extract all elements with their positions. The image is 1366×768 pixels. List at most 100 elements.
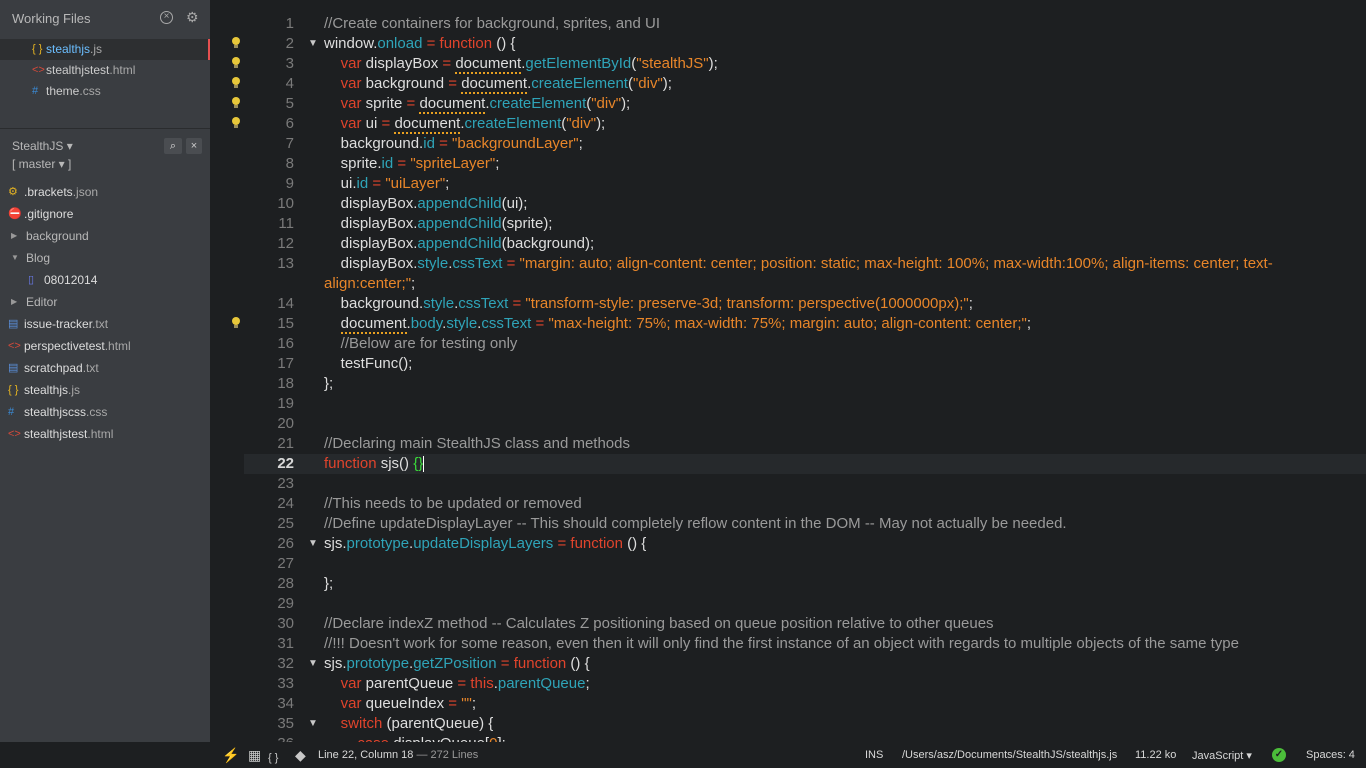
line-number[interactable]: 7 xyxy=(244,134,294,154)
code-line[interactable]: 30 //Declare indexZ method -- Calculates … xyxy=(244,614,1366,634)
file-item[interactable]: ▤ issue-tracker.txt xyxy=(0,313,210,335)
code-text[interactable]: var parentQueue = this.parentQueue; xyxy=(324,674,590,694)
line-number[interactable]: 3 xyxy=(244,54,294,74)
line-number[interactable]: 2 xyxy=(244,34,294,54)
code-line[interactable]: 27 xyxy=(244,554,1366,574)
code-text[interactable]: //Declaring main StealthJS class and met… xyxy=(324,434,630,454)
fold-arrow-icon[interactable]: ▼ xyxy=(308,534,318,554)
code-text[interactable]: var queueIndex = ""; xyxy=(324,694,476,714)
close-all-icon[interactable]: × xyxy=(160,11,173,24)
line-number[interactable]: 14 xyxy=(244,294,294,314)
insert-mode[interactable]: INS xyxy=(865,749,883,761)
code-editor[interactable]: 1 //Create containers for background, spr… xyxy=(210,0,1366,742)
line-number[interactable]: 13 xyxy=(244,254,294,274)
git-icon[interactable]: ◆ xyxy=(295,747,306,764)
code-text[interactable]: sprite.id = "spriteLayer"; xyxy=(324,154,500,174)
folder-item[interactable]: ▼ Blog xyxy=(0,247,210,269)
line-number[interactable]: 34 xyxy=(244,694,294,714)
code-line[interactable]: align:center;"; xyxy=(244,274,1366,294)
code-line[interactable]: 9 ui.id = "uiLayer"; xyxy=(244,174,1366,194)
fold-arrow-icon[interactable]: ▼ xyxy=(308,714,318,734)
working-file-item[interactable]: { } stealthjs.js xyxy=(0,39,210,60)
code-line[interactable]: 7 background.id = "backgroundLayer"; xyxy=(244,134,1366,154)
file-item[interactable]: { } stealthjs.js xyxy=(0,379,210,401)
code-line[interactable]: 29 xyxy=(244,594,1366,614)
gear-icon[interactable]: ⚙ xyxy=(186,9,199,26)
fold-arrow-icon[interactable]: ▼ xyxy=(308,34,318,54)
working-file-item[interactable]: <> stealthjstest.html xyxy=(0,60,210,81)
code-text[interactable]: var displayBox = document.getElementById… xyxy=(324,54,718,74)
line-number[interactable]: 6 xyxy=(244,114,294,134)
lightbulb-icon[interactable] xyxy=(231,77,240,88)
line-number[interactable]: 19 xyxy=(244,394,294,414)
code-line[interactable]: 31 //!!! Doesn't work for some reason, ev… xyxy=(244,634,1366,654)
code-line[interactable]: 28}; xyxy=(244,574,1366,594)
code-text[interactable]: //This needs to be updated or removed xyxy=(324,494,582,514)
code-text[interactable]: displayBox.appendChild(sprite); xyxy=(324,214,553,234)
extensions-icon[interactable]: ▦ xyxy=(248,747,261,764)
code-text[interactable]: displayBox.appendChild(ui); xyxy=(324,194,528,214)
code-line[interactable]: 32 ▼ sjs.prototype.getZPosition = function… xyxy=(244,654,1366,674)
code-text[interactable]: case displayQueue[0]: xyxy=(324,734,505,742)
line-number[interactable]: 15 xyxy=(244,314,294,334)
line-number[interactable]: 32 xyxy=(244,654,294,674)
code-line[interactable]: 19 xyxy=(244,394,1366,414)
code-text[interactable]: sjs.prototype.getZPosition = function ()… xyxy=(324,654,590,674)
code-line[interactable]: 3 var displayBox = document.getElementBy… xyxy=(244,54,1366,74)
code-text[interactable]: }; xyxy=(324,574,333,594)
code-text[interactable]: function sjs() {} xyxy=(324,454,425,474)
code-line[interactable]: 25 //Define updateDisplayLayer -- This sh… xyxy=(244,514,1366,534)
code-text[interactable]: var ui = document.createElement("div"); xyxy=(324,114,605,134)
line-number[interactable]: 30 xyxy=(244,614,294,634)
line-number[interactable]: 31 xyxy=(244,634,294,654)
line-number[interactable]: 18 xyxy=(244,374,294,394)
lightbulb-icon[interactable] xyxy=(231,37,240,48)
code-text[interactable]: var sprite = document.createElement("div… xyxy=(324,94,630,114)
code-line[interactable]: 8 sprite.id = "spriteLayer"; xyxy=(244,154,1366,174)
collapsed-arrow-icon[interactable]: ▶ xyxy=(11,291,17,313)
code-line[interactable]: 6 var ui = document.createElement("div")… xyxy=(244,114,1366,134)
working-file-item[interactable]: # theme.css xyxy=(0,81,210,102)
code-line[interactable]: 21 //Declaring main StealthJS class and m… xyxy=(244,434,1366,454)
code-line[interactable]: 10 displayBox.appendChild(ui); xyxy=(244,194,1366,214)
line-number[interactable]: 4 xyxy=(244,74,294,94)
live-preview-icon[interactable]: ⚡ xyxy=(222,747,239,764)
branch-dropdown[interactable]: [ master ▾ ] xyxy=(12,157,71,171)
code-text[interactable]: //!!! Doesn't work for some reason, even… xyxy=(324,634,1239,654)
close-icon[interactable]: × xyxy=(186,138,202,154)
file-item[interactable]: <> perspectivetest.html xyxy=(0,335,210,357)
code-text[interactable]: background.style.cssText = "transform-st… xyxy=(324,294,973,314)
line-number[interactable]: 25 xyxy=(244,514,294,534)
line-number[interactable]: 33 xyxy=(244,674,294,694)
search-icon[interactable]: ⌕ xyxy=(164,138,182,154)
lightbulb-icon[interactable] xyxy=(231,57,240,68)
folder-item[interactable]: ▶ background xyxy=(0,225,210,247)
language-selector[interactable]: JavaScript ▾ xyxy=(1192,749,1252,762)
code-line[interactable]: 18}; xyxy=(244,374,1366,394)
code-line[interactable]: 5 var sprite = document.createElement("d… xyxy=(244,94,1366,114)
code-text[interactable]: displayBox.appendChild(background); xyxy=(324,234,595,254)
code-text[interactable]: //Declare indexZ method -- Calculates Z … xyxy=(324,614,994,634)
code-text[interactable]: document.body.style.cssText = "max-heigh… xyxy=(324,314,1031,334)
lightbulb-icon[interactable] xyxy=(231,317,240,328)
code-line[interactable]: 23 xyxy=(244,474,1366,494)
brackets-icon[interactable]: { } xyxy=(268,752,278,764)
code-line[interactable]: 12 displayBox.appendChild(background); xyxy=(244,234,1366,254)
code-text[interactable]: //Create containers for background, spri… xyxy=(324,14,660,34)
code-line[interactable]: 1 //Create containers for background, spr… xyxy=(244,14,1366,34)
code-text[interactable]: sjs.prototype.updateDisplayLayers = func… xyxy=(324,534,646,554)
line-number[interactable]: 17 xyxy=(244,354,294,374)
file-item[interactable]: ⚙ .brackets.json xyxy=(0,181,210,203)
line-number[interactable]: 12 xyxy=(244,234,294,254)
code-line[interactable]: 4 var background = document.createElemen… xyxy=(244,74,1366,94)
code-line[interactable]: 17 testFunc(); xyxy=(244,354,1366,374)
code-line[interactable]: 15 document.body.style.cssText = "max-he… xyxy=(244,314,1366,334)
line-number[interactable]: 22 xyxy=(244,454,294,474)
code-line[interactable]: 26 ▼ sjs.prototype.updateDisplayLayers = f… xyxy=(244,534,1366,554)
expanded-arrow-icon[interactable]: ▼ xyxy=(11,247,19,269)
line-number[interactable]: 16 xyxy=(244,334,294,354)
code-text[interactable]: switch (parentQueue) { xyxy=(324,714,494,734)
code-line[interactable]: 33 var parentQueue = this.parentQueue; xyxy=(244,674,1366,694)
code-text[interactable]: window.onload = function () { xyxy=(324,34,515,54)
code-line[interactable]: 13 displayBox.style.cssText = "margin: a… xyxy=(244,254,1366,274)
